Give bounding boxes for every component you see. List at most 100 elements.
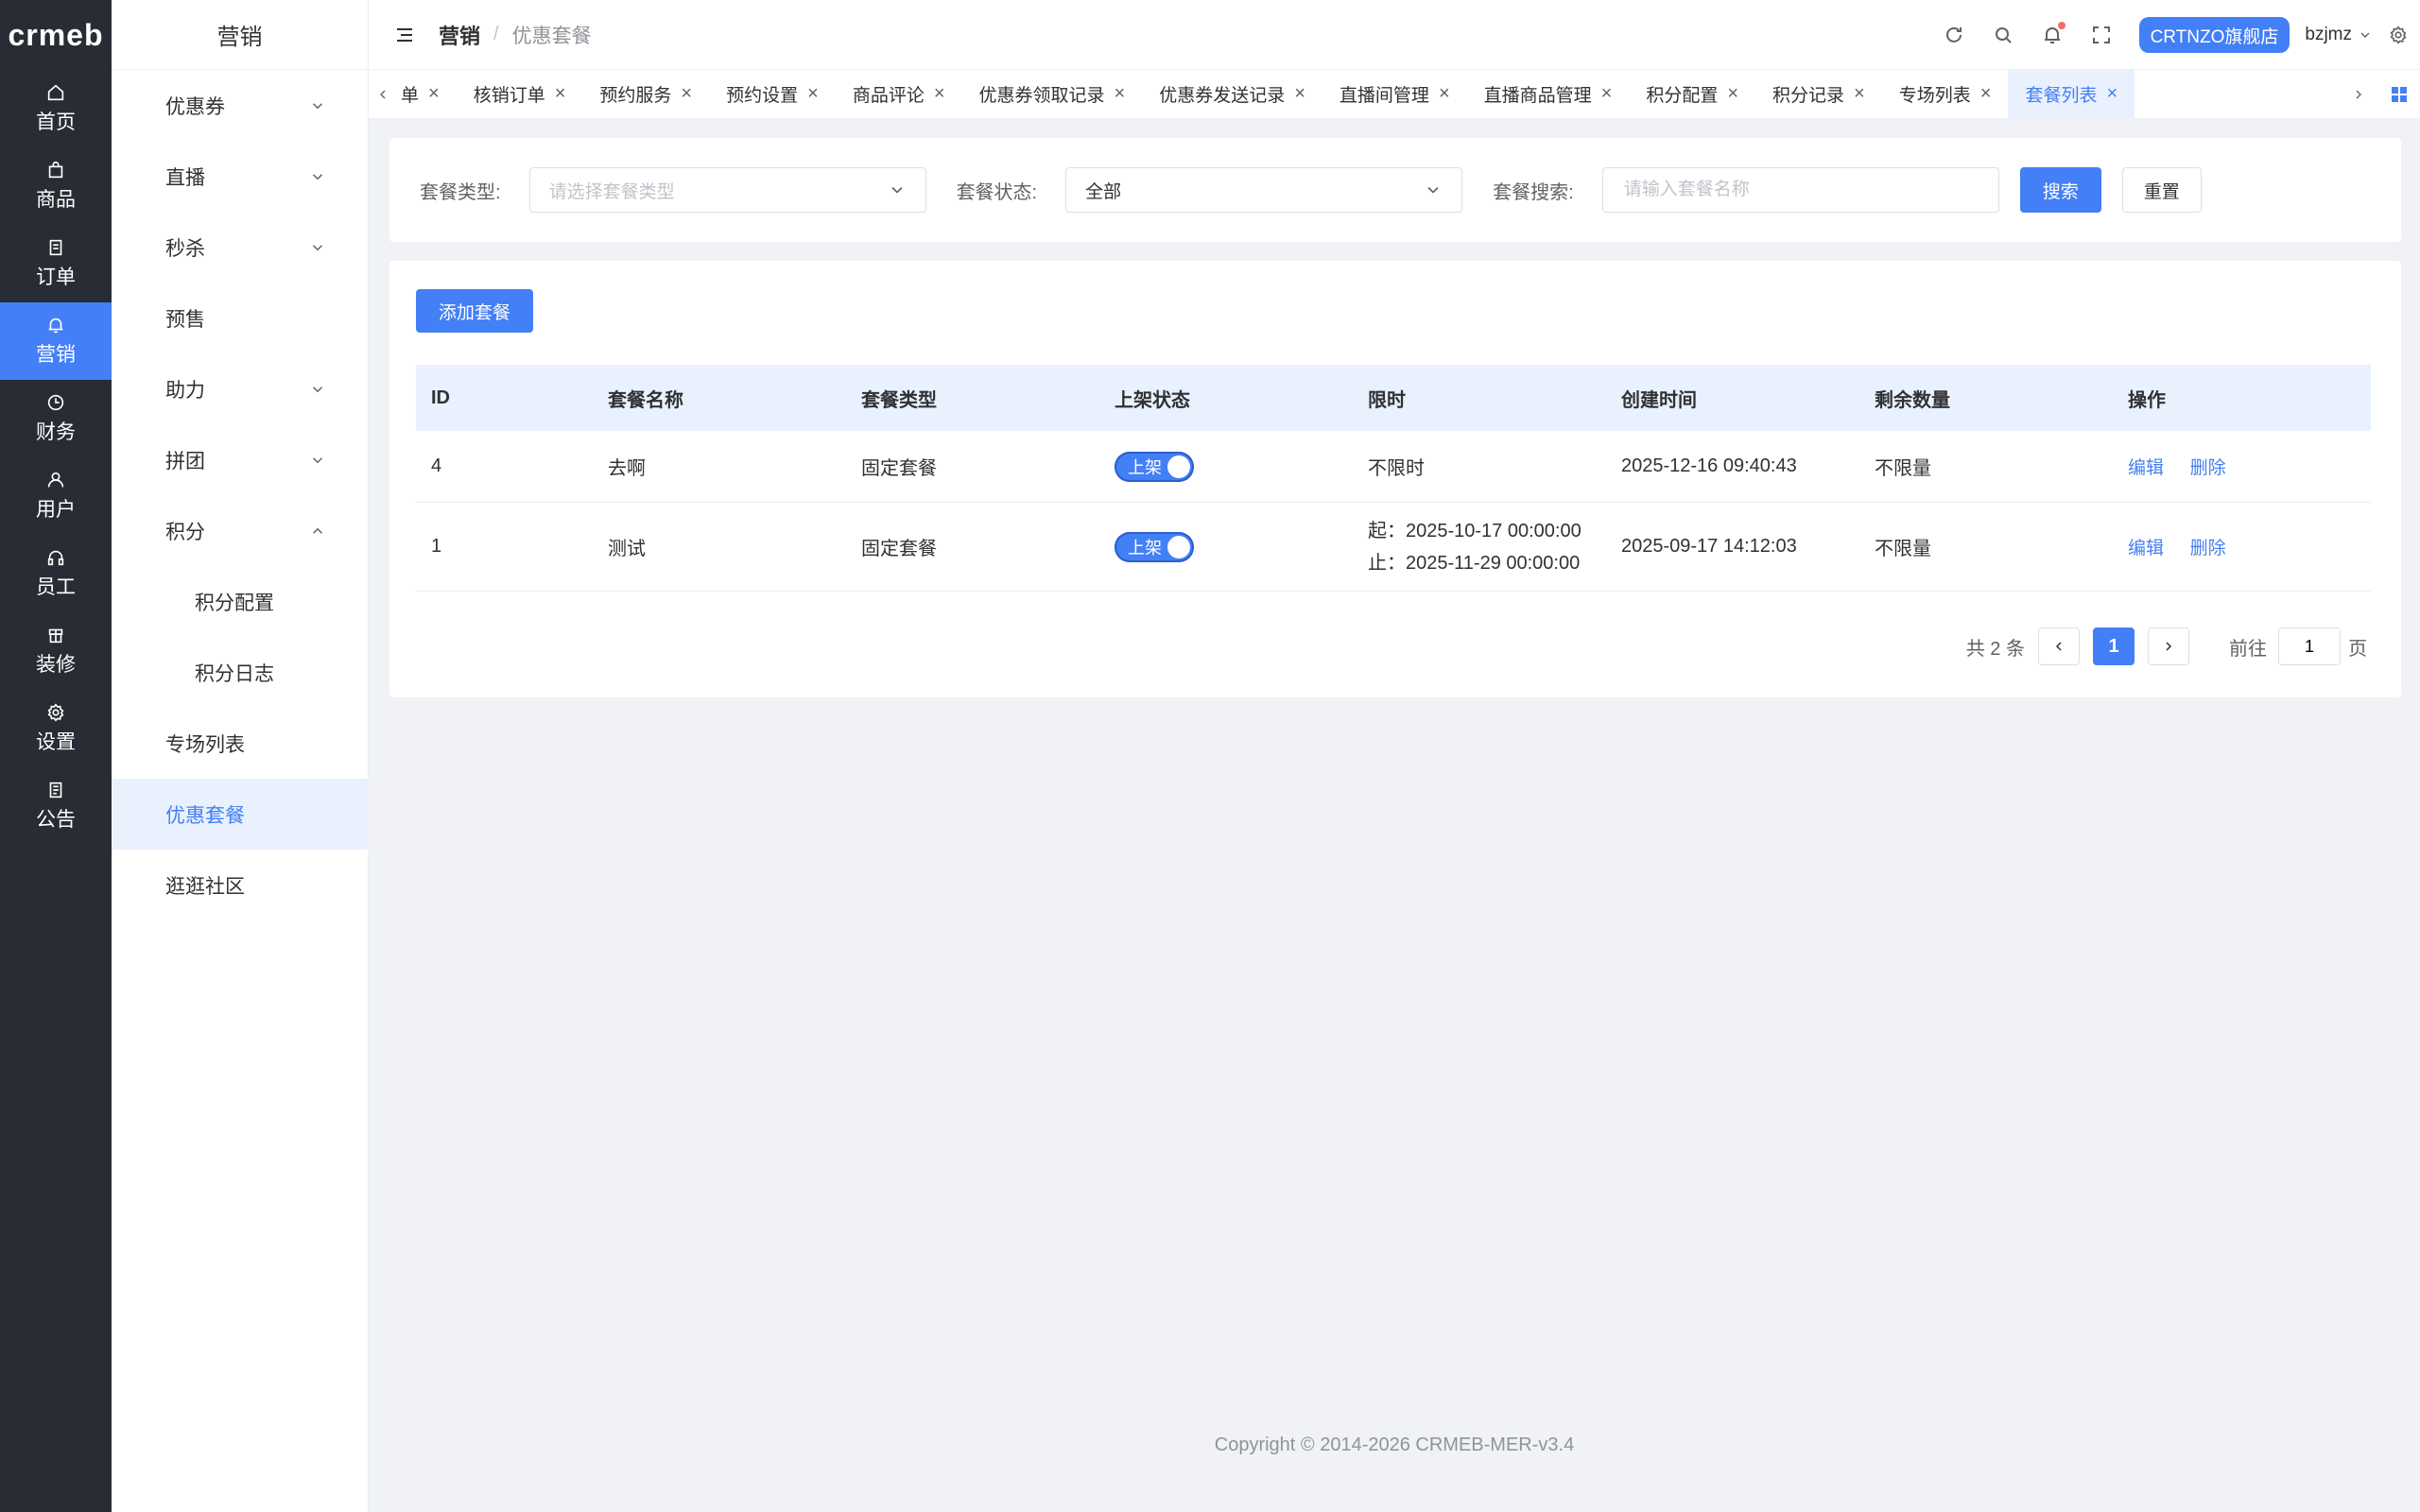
add-package-button[interactable]: 添加套餐 bbox=[416, 289, 534, 333]
menu-collapse-icon[interactable] bbox=[393, 24, 416, 46]
tab-close-icon[interactable]: × bbox=[428, 83, 440, 105]
tab-points-config[interactable]: 积分配置 × bbox=[1629, 70, 1755, 119]
sidebar-item-points-config[interactable]: 积分配置 bbox=[112, 566, 368, 637]
package-type-select[interactable]: 请选择套餐类型 bbox=[528, 167, 926, 213]
rail-item-finance[interactable]: 财务 bbox=[0, 380, 112, 457]
rail-item-home[interactable]: 首页 bbox=[0, 70, 112, 147]
search-icon bbox=[1995, 27, 2012, 43]
goto-page-input[interactable] bbox=[2278, 627, 2341, 665]
tab-close-icon[interactable]: × bbox=[1854, 83, 1865, 105]
cell-actions: 编辑 删除 bbox=[2113, 454, 2371, 479]
sidebar-item-discount-package[interactable]: 优惠套餐 bbox=[112, 779, 368, 850]
page-number-button[interactable]: 1 bbox=[2093, 627, 2135, 665]
rail-item-settings[interactable]: 设置 bbox=[0, 690, 112, 767]
search-button[interactable] bbox=[1992, 24, 2014, 46]
tab-close-icon[interactable]: × bbox=[807, 83, 819, 105]
tab-product-reviews[interactable]: 商品评论 × bbox=[836, 70, 962, 119]
user-menu[interactable]: bzjmz bbox=[2305, 25, 2373, 45]
sidebar-item-points-log[interactable]: 积分日志 bbox=[112, 637, 368, 708]
next-page-button[interactable] bbox=[2148, 627, 2189, 665]
tab-live-rooms[interactable]: 直播间管理 × bbox=[1322, 70, 1467, 119]
package-search-input[interactable] bbox=[1601, 167, 1999, 213]
rail-item-label: 订单 bbox=[36, 266, 76, 288]
breadcrumb-parent[interactable]: 营销 bbox=[439, 20, 480, 50]
table-header: ID 套餐名称 套餐类型 上架状态 限时 创建时间 剩余数量 操作 bbox=[416, 365, 2371, 431]
delete-link[interactable]: 删除 bbox=[2190, 458, 2226, 478]
reset-button[interactable]: 重置 bbox=[2121, 167, 2202, 213]
cell-id: 1 bbox=[431, 536, 442, 557]
sidebar-item-group-buy[interactable]: 拼团 bbox=[112, 424, 368, 495]
notification-button[interactable] bbox=[2041, 22, 2066, 46]
package-status-select[interactable]: 全部 bbox=[1065, 167, 1463, 213]
sidebar-item-flash-sale[interactable]: 秒杀 bbox=[112, 212, 368, 283]
search-button[interactable]: 搜索 bbox=[2019, 167, 2101, 213]
tab-live-products[interactable]: 直播商品管理 × bbox=[1467, 70, 1630, 119]
tab-close-icon[interactable]: × bbox=[1980, 83, 1992, 105]
rail-item-orders[interactable]: 订单 bbox=[0, 225, 112, 302]
prev-page-button[interactable] bbox=[2038, 627, 2080, 665]
tab-booking-service[interactable]: 预约服务 × bbox=[582, 70, 709, 119]
refresh-button[interactable] bbox=[1943, 24, 1965, 46]
sidebar-item-live[interactable]: 直播 bbox=[112, 141, 368, 212]
brand-logo[interactable]: crmeb bbox=[0, 0, 112, 70]
tab-coupon-sends[interactable]: 优惠券发送记录 × bbox=[1142, 70, 1322, 119]
sidebar-item-presale[interactable]: 预售 bbox=[112, 283, 368, 353]
tab-coupon-claims[interactable]: 优惠券领取记录 × bbox=[962, 70, 1143, 119]
tab-close-icon[interactable]: × bbox=[2106, 83, 2118, 105]
column-header: 上架状态 bbox=[1115, 389, 1190, 411]
tabs-scroll-right[interactable] bbox=[2344, 70, 2373, 119]
tab-label: 直播间管理 bbox=[1339, 86, 1429, 106]
tab-label: 优惠券领取记录 bbox=[978, 86, 1105, 106]
rail-item-products[interactable]: 商品 bbox=[0, 147, 112, 225]
sidebar-item-label: 积分 bbox=[165, 521, 205, 543]
chevron-down-icon bbox=[312, 244, 323, 250]
settings-gear-icon[interactable] bbox=[2388, 25, 2409, 45]
tab-package-list[interactable]: 套餐列表 × bbox=[2008, 69, 2135, 119]
rail-item-notice[interactable]: 公告 bbox=[0, 767, 112, 845]
sidebar-item-coupons[interactable]: 优惠券 bbox=[112, 70, 368, 141]
tab-close-icon[interactable]: × bbox=[1115, 83, 1126, 105]
sidebar-item-assist[interactable]: 助力 bbox=[112, 353, 368, 424]
cell-created: 2025-12-16 09:40:43 bbox=[1621, 455, 1797, 476]
rail-item-decoration[interactable]: 装修 bbox=[0, 612, 112, 690]
clock-icon bbox=[47, 394, 64, 411]
rail-item-label: 设置 bbox=[36, 731, 76, 753]
tab-special-list[interactable]: 专场列表 × bbox=[1882, 70, 2009, 119]
tab-close-icon[interactable]: × bbox=[1294, 83, 1305, 105]
tab-close-icon[interactable]: × bbox=[934, 83, 945, 105]
cell-name: 测试 bbox=[608, 539, 646, 559]
rail-item-label: 首页 bbox=[36, 112, 76, 133]
tab-close-icon[interactable]: × bbox=[1601, 83, 1613, 105]
tabs-scroll-left[interactable] bbox=[369, 70, 397, 119]
status-toggle[interactable]: 上架 bbox=[1115, 451, 1194, 482]
tab-close-icon[interactable]: × bbox=[681, 83, 692, 105]
rail-item-users[interactable]: 用户 bbox=[0, 457, 112, 535]
edit-link[interactable]: 编辑 bbox=[2128, 458, 2164, 478]
rail-item-label: 员工 bbox=[36, 576, 76, 598]
column-header: ID bbox=[431, 387, 450, 408]
sidebar-item-label: 直播 bbox=[165, 166, 205, 189]
tab-order[interactable]: 单 × bbox=[397, 70, 457, 119]
tab-close-icon[interactable]: × bbox=[1439, 83, 1450, 105]
tab-booking-settings[interactable]: 预约设置 × bbox=[709, 70, 836, 119]
tab-close-icon[interactable]: × bbox=[555, 83, 566, 105]
sidebar-item-points[interactable]: 积分 bbox=[112, 495, 368, 566]
rail-item-marketing[interactable]: 营销 bbox=[0, 302, 112, 380]
sidebar-item-special-list[interactable]: 专场列表 bbox=[112, 708, 368, 779]
grid-icon[interactable] bbox=[2390, 85, 2409, 104]
delete-link[interactable]: 删除 bbox=[2190, 539, 2226, 558]
sidebar-item-community[interactable]: 逛逛社区 bbox=[112, 850, 368, 920]
tab-verify-orders[interactable]: 核销订单 × bbox=[457, 70, 583, 119]
edit-link[interactable]: 编辑 bbox=[2128, 539, 2164, 558]
chevron-down-icon bbox=[312, 102, 323, 109]
rail-item-staff[interactable]: 员工 bbox=[0, 535, 112, 612]
column-header: 限时 bbox=[1368, 389, 1406, 411]
refresh-icon bbox=[1945, 26, 1962, 43]
shop-name-button[interactable]: CRTNZO旗舰店 bbox=[2138, 17, 2290, 53]
status-toggle[interactable]: 上架 bbox=[1115, 531, 1194, 562]
fullscreen-button[interactable] bbox=[2090, 24, 2113, 46]
table-row: 4 去啊 固定套餐 上架 不限时 2025-12-16 09:40:43 不限量… bbox=[416, 431, 2371, 503]
tab-points-records[interactable]: 积分记录 × bbox=[1755, 70, 1882, 119]
column-header: 剩余数量 bbox=[1875, 389, 1950, 411]
tab-close-icon[interactable]: × bbox=[1727, 83, 1738, 105]
